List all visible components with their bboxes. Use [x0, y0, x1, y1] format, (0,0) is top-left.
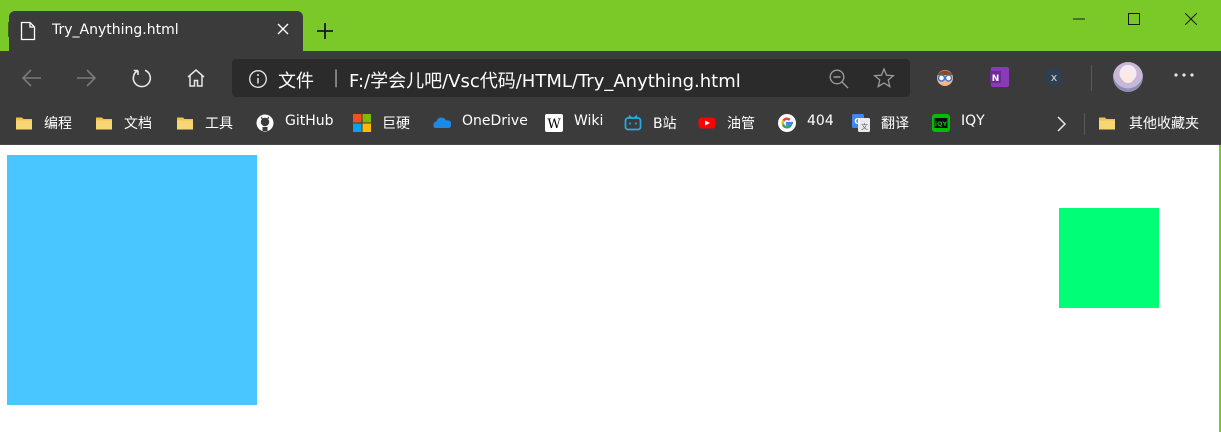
close-tab-icon[interactable]	[277, 23, 289, 35]
bookmark-label: OneDrive	[462, 113, 528, 129]
bookmark-label: 工具	[205, 116, 233, 132]
address-separator: |	[333, 67, 340, 88]
maximize-button[interactable]	[1111, 4, 1157, 34]
favorites-divider	[1084, 113, 1085, 135]
page-viewport	[0, 145, 1221, 432]
bookmark-label: GitHub	[285, 113, 334, 129]
tab-title: Try_Anything.html	[52, 22, 179, 38]
svg-text:iQY: iQY	[935, 120, 948, 128]
arrow-left-icon	[21, 69, 41, 87]
bilibili-icon	[624, 114, 642, 131]
refresh-icon	[132, 69, 152, 88]
zoom-out-icon[interactable]	[828, 68, 850, 90]
info-icon[interactable]	[248, 69, 268, 89]
green-box	[1059, 208, 1159, 308]
favorites-bar: 编程 文档 工具 GitHub 巨硬 OneDrive W Wiki B站 油管…	[0, 104, 1221, 145]
minimize-button[interactable]	[1056, 4, 1102, 34]
github-icon	[256, 114, 274, 132]
url-text[interactable]: F:/学会儿吧/Vsc代码/HTML/Try_Anything.html	[349, 67, 741, 93]
close-window-button[interactable]	[1168, 4, 1214, 34]
bookmark-label: 编程	[44, 116, 72, 132]
svg-text:G: G	[854, 117, 861, 126]
new-tab-icon[interactable]	[311, 17, 339, 45]
folder-icon	[96, 117, 112, 130]
minimize-icon	[1073, 18, 1085, 20]
folder-icon	[177, 117, 193, 130]
translate-icon: G文	[852, 114, 870, 132]
bookmark-label: 其他收藏夹	[1129, 116, 1199, 132]
address-bar[interactable]: 文件 | F:/学会儿吧/Vsc代码/HTML/Try_Anything.htm…	[232, 59, 910, 97]
forward-button[interactable]	[72, 64, 100, 92]
bookmark-label: 巨硬	[382, 116, 410, 132]
svg-text:N: N	[992, 74, 1000, 84]
youtube-icon	[698, 117, 716, 129]
back-button[interactable]	[18, 64, 46, 92]
chevron-right-icon[interactable]	[1054, 114, 1068, 134]
folder-icon	[1099, 117, 1115, 130]
refresh-button[interactable]	[128, 64, 156, 92]
toolbar-divider	[1091, 65, 1092, 91]
onenote-icon[interactable]: N	[987, 64, 1013, 90]
bookmark-label: 翻译	[881, 116, 909, 132]
home-button[interactable]	[182, 64, 210, 92]
svg-text:文: 文	[861, 122, 868, 131]
active-tab[interactable]: Try_Anything.html	[9, 11, 303, 51]
page-icon	[20, 21, 36, 41]
blue-box	[7, 155, 257, 405]
bookmark-label: IQY	[961, 113, 985, 129]
bookmark-label: 404	[807, 113, 834, 129]
svg-text:W: W	[547, 117, 561, 132]
close-icon	[1185, 13, 1197, 25]
maximize-icon	[1128, 13, 1140, 25]
iqiyi-icon: iQY	[932, 114, 950, 132]
bookmark-label: Wiki	[574, 113, 604, 129]
title-bar: Try_Anything.html	[0, 0, 1221, 51]
bookmark-label: 文档	[124, 116, 152, 132]
microsoft-icon	[353, 114, 371, 132]
profile-avatar[interactable]	[1113, 62, 1143, 92]
folder-icon	[16, 117, 32, 130]
google-icon	[778, 114, 796, 132]
favorite-star-icon[interactable]	[873, 67, 895, 89]
extension-nerd-icon[interactable]	[932, 64, 958, 90]
wikipedia-icon: W	[545, 114, 563, 132]
home-icon	[187, 69, 205, 87]
onedrive-icon	[433, 117, 451, 128]
navigation-toolbar: 文件 | F:/学会儿吧/Vsc代码/HTML/Try_Anything.htm…	[0, 51, 1221, 104]
arrow-right-icon	[77, 69, 97, 87]
scheme-label: 文件	[278, 71, 314, 92]
bookmark-label: B站	[653, 116, 677, 132]
svg-text:x: x	[1051, 71, 1058, 84]
extension-x-icon[interactable]: x	[1041, 64, 1067, 90]
more-options-icon[interactable]	[1173, 72, 1195, 78]
bookmark-label: 油管	[727, 116, 755, 132]
